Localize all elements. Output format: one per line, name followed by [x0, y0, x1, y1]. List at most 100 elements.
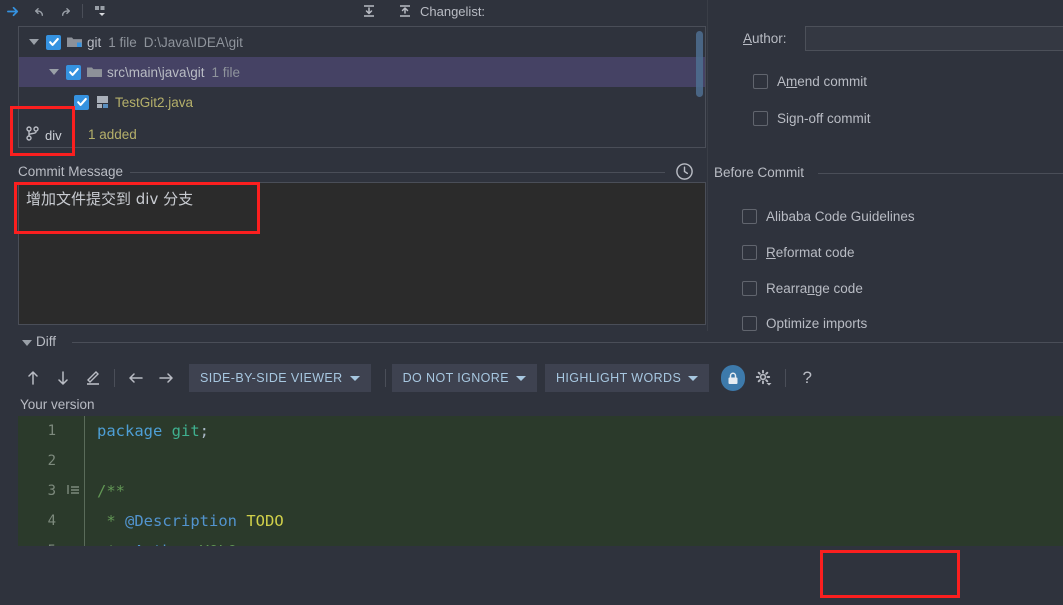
code-line: 1 package git;: [18, 416, 1063, 446]
chevron-down-icon[interactable]: [45, 69, 63, 75]
author-label: Author:: [743, 31, 787, 46]
gutter-divider: [84, 536, 85, 546]
checkbox-box: [753, 74, 768, 89]
commit-changes-dialog: Changelist: Default Changelist git 1 fil…: [0, 0, 1063, 605]
before-commit-rule: [818, 173, 1063, 174]
code-line: 4 * @Description TODO: [18, 506, 1063, 536]
collapse-all-icon[interactable]: [392, 0, 418, 22]
fold-icon[interactable]: [62, 484, 84, 498]
tree-node-path: D:\Java\IDEA\git: [143, 34, 243, 50]
checkbox-box: [753, 111, 768, 126]
checkbox-box: [742, 245, 757, 260]
author-input[interactable]: [805, 26, 1063, 51]
tree-node-name: src\main\java\git: [107, 64, 205, 80]
viewer-mode-button[interactable]: SIDE-BY-SIDE VIEWER: [189, 364, 371, 392]
java-file-icon: [94, 94, 111, 110]
amend-commit-label: Amend commit: [777, 74, 868, 89]
folder-icon: [86, 64, 103, 80]
diff-section-rule: [72, 342, 1063, 343]
diff-toolbar: SIDE-BY-SIDE VIEWER DO NOT IGNORE HIGHLI…: [18, 362, 822, 394]
gutter-divider: [84, 416, 85, 446]
branch-icon: [26, 126, 39, 144]
chevron-down-icon[interactable]: [22, 340, 32, 346]
module-folder-icon: [66, 34, 83, 50]
code-text: package git;: [97, 422, 210, 440]
row-checkbox[interactable]: [74, 94, 89, 110]
optimize-imports-label: Optimize imports: [766, 316, 868, 331]
row-checkbox[interactable]: [46, 34, 61, 50]
changes-status-text: 1 added: [88, 127, 137, 142]
signoff-commit-checkbox[interactable]: Sign-off commit: [753, 111, 871, 126]
reformat-code-checkbox[interactable]: Reformat code: [742, 245, 855, 260]
commit-message-input[interactable]: 增加文件提交到 div 分支: [18, 182, 706, 325]
redo-icon[interactable]: [52, 0, 78, 22]
chevron-down-icon: [349, 375, 360, 381]
highlight-mode-button[interactable]: HIGHLIGHT WORDS: [544, 364, 710, 392]
optimize-imports-checkbox[interactable]: Optimize imports: [742, 316, 867, 331]
toolbar-divider: [785, 369, 787, 387]
arrow-right-icon[interactable]: [0, 0, 26, 22]
checkbox-box: [742, 316, 757, 331]
chevron-down-icon: [688, 375, 699, 381]
branch-name: div: [45, 127, 62, 143]
toolbar-divider: [82, 4, 83, 18]
tree-row[interactable]: git 1 file D:\Java\IDEA\git: [19, 27, 705, 57]
alibaba-guidelines-checkbox[interactable]: Alibaba Code Guidelines: [742, 209, 915, 224]
tree-row[interactable]: src\main\java\git 1 file: [19, 57, 705, 87]
line-number: 1: [47, 423, 56, 439]
expand-all-icon[interactable]: [356, 0, 382, 22]
changelist-label: Changelist:: [420, 4, 485, 19]
tree-scrollbar[interactable]: [696, 31, 703, 97]
code-text: /**: [97, 482, 125, 500]
commit-message-value: 增加文件提交到 div 分支: [26, 190, 194, 208]
line-number: 3: [47, 483, 56, 499]
dialog-footer: ? COMMIT CANCEL https://blog.csdn.net/na…: [0, 546, 1063, 605]
checkbox-box: [742, 209, 757, 224]
accept-right-icon[interactable]: [151, 364, 181, 392]
alibaba-guidelines-label: Alibaba Code Guidelines: [766, 209, 915, 224]
highlight-mode-label: HIGHLIGHT WORDS: [555, 371, 682, 385]
viewer-mode-label: SIDE-BY-SIDE VIEWER: [200, 371, 343, 385]
accept-left-icon[interactable]: [121, 364, 151, 392]
ignore-policy-label: DO NOT IGNORE: [402, 371, 509, 385]
diff-editor[interactable]: 1 package git; 2 3 /** 4 * @Description …: [18, 416, 1063, 546]
checkbox-box: [742, 281, 757, 296]
code-line: 2: [18, 446, 1063, 476]
tree-node-meta: 1 file: [211, 64, 241, 80]
amend-commit-checkbox[interactable]: Amend commit: [753, 74, 867, 89]
ignore-policy-button[interactable]: DO NOT IGNORE: [391, 364, 537, 392]
tree-row[interactable]: TestGit2.java: [19, 87, 705, 117]
undo-icon[interactable]: [26, 0, 52, 22]
gear-icon[interactable]: [749, 364, 779, 392]
rearrange-code-label: Rearrange code: [766, 281, 863, 296]
next-difference-icon[interactable]: [48, 364, 78, 392]
gutter-divider: [84, 446, 85, 476]
row-checkbox[interactable]: [66, 64, 81, 80]
chevron-down-icon[interactable]: [25, 39, 43, 45]
reformat-code-label: Reformat code: [766, 245, 855, 260]
your-version-label: Your version: [20, 397, 95, 412]
code-line: 3 /**: [18, 476, 1063, 506]
rearrange-code-checkbox[interactable]: Rearrange code: [742, 281, 863, 296]
code-line: 5 * @Author YOLO: [18, 536, 1063, 546]
toolbar-divider: [384, 369, 386, 387]
commit-message-title: Commit Message: [18, 164, 130, 179]
current-branch-label[interactable]: div: [18, 122, 70, 148]
tree-node-name: TestGit2.java: [115, 94, 194, 110]
previous-difference-icon[interactable]: [18, 364, 48, 392]
diff-section-title: Diff: [36, 334, 63, 349]
tree-node-name: git: [87, 34, 102, 50]
toolbar-divider: [114, 369, 115, 387]
lock-icon[interactable]: [721, 365, 746, 391]
signoff-commit-label: Sign-off commit: [777, 111, 871, 126]
line-number: 4: [47, 513, 56, 529]
edit-icon[interactable]: [78, 364, 108, 392]
chevron-down-icon: [515, 375, 526, 381]
gutter-divider: [84, 506, 85, 536]
code-text: * @Description TODO: [97, 512, 284, 530]
before-commit-title: Before Commit: [714, 165, 811, 180]
changelist-label-text: Changelist:: [420, 3, 486, 19]
question-mark-icon[interactable]: ?: [792, 364, 822, 392]
commit-message-rule: [130, 172, 665, 173]
group-by-icon[interactable]: [87, 0, 113, 22]
